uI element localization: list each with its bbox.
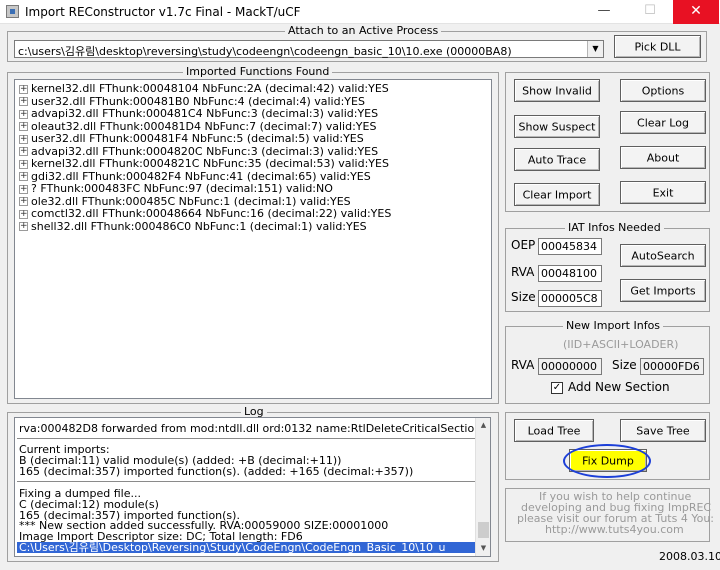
add-section-label: Add New Section <box>568 380 670 394</box>
scroll-up-icon[interactable]: ▲ <box>476 418 490 433</box>
expand-icon[interactable]: + <box>19 84 28 94</box>
tree-item-label: ? FThunk:000483FC NbFunc:97 (decimal:151… <box>31 182 333 195</box>
rva-field[interactable]: 00048100 <box>538 265 602 282</box>
show-invalid-label: Show Invalid <box>522 84 592 97</box>
oep-field[interactable]: 00045834 <box>538 238 602 255</box>
close-button[interactable]: ✕ <box>673 0 719 24</box>
log-area[interactable]: rva:000482D8 forwarded from mod:ntdll.dl… <box>14 417 491 557</box>
clear-log-label: Clear Log <box>637 116 689 129</box>
oep-label: OEP <box>511 238 536 252</box>
autosearch-label: AutoSearch <box>631 249 695 262</box>
options-button[interactable]: Options <box>620 79 706 102</box>
expand-icon[interactable]: + <box>19 197 28 206</box>
maximize-button[interactable]: ☐ <box>627 0 673 24</box>
expand-icon[interactable]: + <box>19 122 28 131</box>
highlight-ellipse <box>563 444 651 478</box>
auto-trace-button[interactable]: Auto Trace <box>514 148 600 171</box>
new-import-group-title: New Import Infos <box>563 320 664 332</box>
options-label: Options <box>641 84 685 97</box>
get-imports-button[interactable]: Get Imports <box>620 279 706 302</box>
expand-icon[interactable]: + <box>19 109 28 119</box>
exit-label: Exit <box>652 186 674 199</box>
show-suspect-button[interactable]: Show Suspect <box>514 115 600 138</box>
expand-icon[interactable]: + <box>19 184 28 194</box>
rva-label: RVA <box>511 265 535 279</box>
log-scrollbar[interactable]: ▲ ▼ <box>475 418 490 556</box>
tree-item-label: user32.dll FThunk:000481F4 NbFunc:5 (dec… <box>31 132 364 145</box>
window-title: Import REConstructor v1.7c Final - MackT… <box>25 5 301 19</box>
expand-icon[interactable]: + <box>19 159 28 169</box>
tree-item-label: user32.dll FThunk:000481B0 NbFunc:4 (dec… <box>31 94 365 108</box>
process-select[interactable]: c:\users\김유림\desktop\reversing\study\cod… <box>14 40 604 58</box>
expand-icon[interactable]: + <box>19 209 28 219</box>
scroll-thumb[interactable] <box>478 522 489 538</box>
build-date: 2008.03.10 <box>659 550 720 563</box>
tree-item-label: kernel32.dll FThunk:00048104 NbFunc:2A (… <box>31 82 389 95</box>
get-imports-label: Get Imports <box>630 284 696 297</box>
autosearch-button[interactable]: AutoSearch <box>620 244 706 267</box>
expand-icon[interactable]: + <box>19 134 28 144</box>
imports-group-title: Imported Functions Found <box>183 66 333 78</box>
log-separator <box>17 438 475 439</box>
new-rva-label: RVA <box>511 358 535 372</box>
about-button[interactable]: About <box>620 146 706 169</box>
size-field[interactable]: 000005C8 <box>538 290 602 307</box>
tree-item-label: advapi32.dll FThunk:0004820C NbFunc:3 (d… <box>31 144 379 158</box>
expand-icon[interactable]: + <box>19 147 28 156</box>
app-icon <box>6 5 19 18</box>
tree-item-label: oleaut32.dll FThunk:000481D4 NbFunc:7 (d… <box>31 119 377 133</box>
about-label: About <box>646 151 680 164</box>
tree-item-label: ole32.dll FThunk:000485C NbFunc:1 (decim… <box>31 194 351 208</box>
tree-item[interactable]: + shell32.dll FThunk:000486C0 NbFunc:1 (d… <box>19 219 367 234</box>
expand-icon[interactable]: + <box>19 97 28 106</box>
expand-icon[interactable]: + <box>19 172 28 181</box>
chevron-down-icon[interactable]: ▼ <box>587 41 603 57</box>
tree-item-label: advapi32.dll FThunk:000481C4 NbFunc:3 (d… <box>31 107 379 120</box>
tree-item-label: kernel32.dll FThunk:0004821C NbFunc:35 (… <box>31 157 389 170</box>
imports-tree[interactable]: + kernel32.dll FThunk:00048104 NbFunc:2A … <box>14 79 492 399</box>
minimize-button[interactable]: — <box>581 0 627 24</box>
tree-item-label: gdi32.dll FThunk:000482F4 NbFunc:41 (dec… <box>31 169 371 183</box>
log-line: 165 (decimal:357) imported function(s). … <box>19 465 414 478</box>
auto-trace-label: Auto Trace <box>527 153 587 166</box>
tree-item-label: comctl32.dll FThunk:00048664 NbFunc:16 (… <box>31 207 392 220</box>
help-url[interactable]: http://www.tuts4you.com <box>545 523 684 536</box>
log-separator <box>17 481 475 482</box>
clear-log-button[interactable]: Clear Log <box>620 111 706 134</box>
iat-group-title: IAT Infos Needed <box>565 222 664 234</box>
load-tree-button[interactable]: Load Tree <box>514 419 594 442</box>
save-tree-label: Save Tree <box>636 424 690 437</box>
clear-imports-button[interactable]: Clear Import <box>514 183 600 206</box>
log-line-selected[interactable]: C:\Users\김유림\Desktop\Reversing\Study\Cod… <box>17 542 475 553</box>
load-tree-label: Load Tree <box>527 424 581 437</box>
attach-group-title: Attach to an Active Process <box>285 25 442 37</box>
process-select-value: c:\users\김유림\desktop\reversing\study\cod… <box>18 45 512 58</box>
new-size-field[interactable]: 00000FD6 <box>640 358 704 375</box>
pick-dll-button[interactable]: Pick DLL <box>614 35 701 58</box>
expand-icon[interactable]: + <box>19 222 28 231</box>
title-bar: Import REConstructor v1.7c Final - MackT… <box>0 0 720 24</box>
new-rva-field[interactable]: 00000000 <box>538 358 602 375</box>
log-line: rva:000482D8 forwarded from mod:ntdll.dl… <box>19 422 482 435</box>
show-suspect-label: Show Suspect <box>518 120 596 133</box>
clear-imports-label: Clear Import <box>522 188 592 201</box>
save-tree-button[interactable]: Save Tree <box>620 419 706 442</box>
show-invalid-button[interactable]: Show Invalid <box>514 79 600 102</box>
size-label: Size <box>511 290 536 304</box>
scroll-down-icon[interactable]: ▼ <box>476 541 490 556</box>
exit-button[interactable]: Exit <box>620 181 706 204</box>
tree-item-label: shell32.dll FThunk:000486C0 NbFunc:1 (de… <box>31 219 367 233</box>
add-section-checkbox[interactable]: ✓ <box>551 382 563 394</box>
new-size-label: Size <box>612 358 637 372</box>
pick-dll-label: Pick DLL <box>634 40 681 53</box>
new-import-subtitle: (IID+ASCII+LOADER) <box>563 338 679 351</box>
